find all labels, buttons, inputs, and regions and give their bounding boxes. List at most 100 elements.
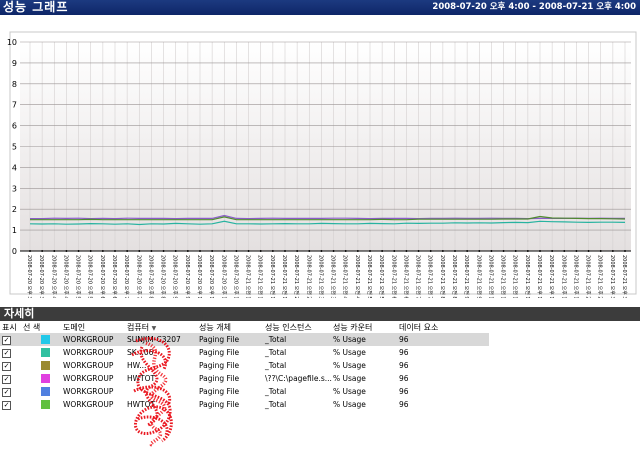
show-checkbox[interactable]: ✓ xyxy=(2,348,11,358)
show-cell: ✓ xyxy=(0,333,23,346)
x-tick-label: 2008-07-20 오후 5:15:00 xyxy=(75,255,81,298)
x-tick-label: 2008-07-21 오전 10:15:00 xyxy=(487,255,494,298)
y-tick-label: 10 xyxy=(7,38,17,47)
x-tick-label: 2008-07-21 오전 12:15:00 xyxy=(245,255,252,298)
x-tick-label: 2008-07-21 오후 3:15:00 xyxy=(609,255,615,298)
y-tick-label: 5 xyxy=(12,143,17,152)
x-axis-marker xyxy=(223,250,226,252)
x-tick-label: 2008-07-21 오전 1:45:00 xyxy=(281,255,288,298)
col-header-color[interactable]: 선 색 xyxy=(23,321,63,333)
col-header-computer[interactable]: 컴퓨터 ▼ xyxy=(127,321,199,333)
table-row[interactable]: ✓ WORKGROUP SK...06 Paging File _Total % Usag… xyxy=(0,346,489,359)
domain-cell: WORKGROUP xyxy=(63,387,114,396)
line-color-swatch[interactable] xyxy=(41,335,50,345)
col-header-show[interactable]: 표시 xyxy=(0,321,23,333)
x-tick-label: 2008-07-21 오전 8:15:00 xyxy=(439,255,446,298)
x-axis-marker xyxy=(53,250,56,252)
object-cell: Paging File xyxy=(199,400,240,409)
x-axis-marker xyxy=(126,250,129,252)
x-axis-marker xyxy=(284,250,286,252)
performance-chart: 0 1 2 3 4 5 6 7 8 9 10 2008-07-20 오후 3:15:00 2008-07… xyxy=(0,30,640,319)
show-checkbox[interactable]: ✓ xyxy=(2,374,11,384)
counter-table: 표시 선 색 도메인 컴퓨터 ▼ 성능 개체 성능 인스턴스 성능 카운터 데이… xyxy=(0,321,489,411)
x-tick-label: 2008-07-21 오전 4:15:00 xyxy=(342,255,349,298)
domain-cell: WORKGROUP xyxy=(63,333,127,346)
line-color-swatch[interactable] xyxy=(41,400,50,410)
domain-cell: WORKGROUP xyxy=(63,374,114,383)
x-tick-label: 2008-07-20 오후 4:15:00 xyxy=(50,255,56,298)
x-tick-label: 2008-07-21 오전 11:45:00 xyxy=(524,255,531,298)
line-color-swatch[interactable] xyxy=(41,361,50,371)
points-cell: 96 xyxy=(399,348,409,357)
show-checkbox[interactable]: ✓ xyxy=(2,361,11,371)
x-tick-label: 2008-07-21 오후 1:45:00 xyxy=(572,255,578,298)
x-tick-label: 2008-07-20 오후 9:15:00 xyxy=(172,255,178,298)
x-tick-label: 2008-07-21 오전 5:15:00 xyxy=(366,255,373,298)
show-checkbox[interactable]: ✓ xyxy=(2,400,11,410)
computer-cell: SK...06 xyxy=(127,348,154,357)
x-tick-label: 2008-07-21 오전 10:45:00 xyxy=(500,255,507,298)
y-tick-label: 2 xyxy=(12,205,17,214)
y-tick-label: 3 xyxy=(12,184,17,193)
line-color-swatch[interactable] xyxy=(41,374,50,384)
x-tick-label: 2008-07-21 오전 7:45:00 xyxy=(427,255,434,298)
y-tick-label: 9 xyxy=(12,59,17,68)
table-row[interactable]: ✓ WORKGROUP HW... Paging File _Total % Usage 9… xyxy=(0,359,489,372)
x-axis-marker xyxy=(454,250,456,252)
table-row[interactable]: ✓ WORKGROUP HWTOT Paging File _Total % Usage 9… xyxy=(0,398,489,411)
x-axis-marker xyxy=(332,250,335,252)
show-checkbox[interactable]: ✓ xyxy=(2,387,11,397)
line-color-swatch[interactable] xyxy=(41,348,50,358)
x-axis-marker xyxy=(150,250,153,252)
instance-cell: \??\C:\pagefile.s... xyxy=(265,374,332,383)
x-axis-marker xyxy=(114,250,116,252)
x-tick-label: 2008-07-21 오전 9:15:00 xyxy=(463,255,470,298)
x-tick-label: 2008-07-21 오전 5:45:00 xyxy=(378,255,385,298)
y-tick-label: 7 xyxy=(12,101,17,110)
x-tick-label: 2008-07-20 오후 8:15:00 xyxy=(147,255,153,298)
computer-cell xyxy=(127,385,199,398)
show-checkbox[interactable]: ✓ xyxy=(2,335,11,345)
x-axis-marker xyxy=(211,250,214,252)
col-header-counter[interactable]: 성능 카운터 xyxy=(333,321,399,333)
x-axis-marker xyxy=(478,250,481,252)
table-row[interactable]: ✓ WORKGROUP SUNJIM-C3207 Paging File _Total%… xyxy=(0,333,489,346)
x-tick-label: 2008-07-20 오후 6:45:00 xyxy=(111,255,117,298)
col-header-instance[interactable]: 성능 인스턴스 xyxy=(265,321,333,333)
col-header-object[interactable]: 성능 개체 xyxy=(199,321,265,333)
instance-cell: _Total xyxy=(265,361,287,370)
object-cell: Paging File xyxy=(199,361,240,370)
x-tick-label: 2008-07-21 오후 3:45:00 xyxy=(621,255,627,298)
x-tick-label: 2008-07-21 오전 3:45:00 xyxy=(330,255,337,298)
points-cell: 96 xyxy=(399,333,489,346)
x-axis-marker xyxy=(41,250,44,252)
x-axis-marker xyxy=(89,250,92,252)
col-header-points[interactable]: 데이터 요소 xyxy=(399,321,489,333)
x-tick-label: 2008-07-20 오후 3:15:00 xyxy=(26,255,32,298)
x-axis-marker xyxy=(429,250,432,252)
y-tick-label: 1 xyxy=(12,226,17,235)
x-axis-marker xyxy=(587,250,590,252)
x-axis-marker xyxy=(526,250,529,252)
x-axis-marker xyxy=(174,250,177,252)
x-axis-marker xyxy=(417,250,420,252)
x-tick-label: 2008-07-20 오후 11:45:00 xyxy=(232,255,238,298)
instance-cell: _Total xyxy=(265,348,287,357)
col-header-domain[interactable]: 도메인 xyxy=(63,321,127,333)
x-tick-label: 2008-07-20 오후 7:15:00 xyxy=(123,255,129,298)
counter-cell: % Usage xyxy=(333,374,366,383)
x-axis-marker xyxy=(101,250,104,252)
x-tick-label: 2008-07-21 오후 2:15:00 xyxy=(585,255,591,298)
line-color-swatch[interactable] xyxy=(41,387,50,397)
table-row[interactable]: ✓ WORKGROUP HWTOT Paging File \??\C:\pagefil… xyxy=(0,372,489,385)
x-axis-marker xyxy=(186,250,189,252)
x-axis-marker xyxy=(441,250,444,252)
x-axis-marker xyxy=(320,250,323,252)
x-tick-label: 2008-07-21 오후 12:15:00 xyxy=(536,255,542,298)
x-tick-label: 2008-07-20 오후 4:45:00 xyxy=(62,255,68,298)
computer-cell: SUNJIM-C3207 xyxy=(127,333,199,346)
x-axis-marker xyxy=(393,250,396,252)
table-row[interactable]: ✓ WORKGROUP Paging File _Total % Usage 96 xyxy=(0,385,489,398)
y-tick-label: 6 xyxy=(12,122,17,131)
x-axis-marker xyxy=(599,250,602,252)
